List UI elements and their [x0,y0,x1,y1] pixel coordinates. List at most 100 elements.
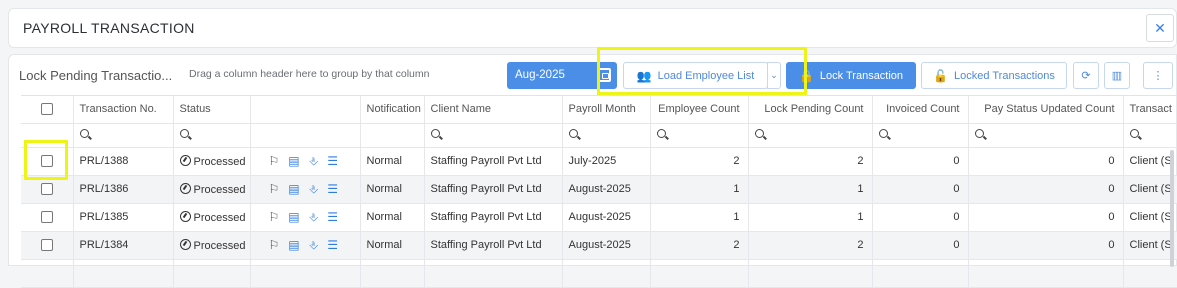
cell-empty [250,259,361,288]
details-icon[interactable]: ☰ [327,239,338,251]
table-row[interactable]: PRL/1388 Processed ⚐ ▤ ⎀ ☰ Normal Staffing … [21,147,1177,176]
attachment-icon[interactable]: ⎀ [309,239,319,251]
search-icon [974,129,984,138]
cell-transaction-type: Client (S [1123,231,1177,260]
cell-client-name: Staffing Payroll Pvt Ltd [424,175,563,204]
column-header-invoiced-count[interactable]: Invoiced Count [872,96,969,124]
cell-empty [73,259,174,288]
invoice-icon[interactable]: ▤ [288,183,299,195]
transactions-grid: Transaction No. Status Notification Clie… [21,95,1177,288]
flag-icon[interactable]: ⚐ [269,239,280,251]
row-select-cell[interactable] [21,259,74,288]
attachment-icon[interactable]: ⎀ [309,155,319,167]
filter-employee-count[interactable] [650,123,749,148]
column-header-employee-count[interactable]: Employee Count [650,96,749,124]
select-all-cell[interactable] [21,96,74,124]
cell-transaction-type: Client (S [1123,203,1177,232]
month-value: Aug-2025 [515,69,565,81]
row-select-cell[interactable] [21,147,74,176]
column-header-status[interactable]: Status [173,96,251,124]
column-header-client-name[interactable]: Client Name [424,96,563,124]
lock-icon: 🔒 [798,68,814,83]
row-select-cell[interactable] [21,231,74,260]
cell-invoiced-count: 0 [872,175,969,204]
flag-icon[interactable]: ⚐ [269,211,280,223]
load-employee-dropdown-button[interactable]: ⌄ [767,62,781,89]
details-icon[interactable]: ☰ [327,211,338,223]
cell-payroll-month: August-2025 [562,203,651,232]
calendar-icon[interactable] [598,68,611,82]
table-row[interactable]: PRL/1385 Processed ⚐ ▤ ⎀ ☰ Normal Staffing … [21,203,1177,232]
select-all-checkbox[interactable] [40,103,53,116]
filter-cell [21,123,74,148]
filter-cell [360,123,425,148]
filter-payroll-month[interactable] [562,123,651,148]
column-header-lock-pending-count[interactable]: Lock Pending Count [748,96,873,124]
close-button[interactable]: ✕ [1146,14,1174,42]
cell-invoiced-count: 0 [872,147,969,176]
cell-empty [1123,259,1177,288]
column-header-transaction-no[interactable]: Transaction No. [73,96,174,124]
details-icon[interactable]: ☰ [327,183,338,195]
details-icon[interactable]: ☰ [327,155,338,167]
table-row[interactable]: PRL/1386 Processed ⚐ ▤ ⎀ ☰ Normal Staffing … [21,175,1177,204]
cell-pay-status-updated-count: 0 [968,203,1124,232]
cell-transaction-no: PRL/1388 [73,147,174,176]
processed-icon [179,154,191,166]
cell-actions: ⚐ ▤ ⎀ ☰ [250,147,361,176]
cell-status: Processed [173,147,251,176]
column-chooser-button[interactable]: ▥ [1104,62,1130,89]
flag-icon[interactable]: ⚐ [269,155,280,167]
more-options-button[interactable]: ⋮ [1143,62,1173,89]
filter-status[interactable] [173,123,251,148]
cell-employee-count: 1 [650,203,749,232]
column-header-pay-status-updated-count[interactable]: Pay Status Updated Count [968,96,1124,124]
close-icon: ✕ [1154,19,1166,36]
lock-transaction-button[interactable]: 🔒 Lock Transaction [786,62,916,89]
month-picker[interactable]: Aug-2025 [507,62,617,89]
column-header-transaction-type[interactable]: Transact [1123,96,1177,124]
row-checkbox[interactable] [40,183,53,196]
unlock-icon: 🔓 [933,68,949,83]
filter-client-name[interactable] [424,123,563,148]
column-header-notification[interactable]: Notification [360,96,425,124]
invoice-icon[interactable]: ▤ [288,239,299,251]
refresh-button[interactable]: ⟳ [1073,62,1099,89]
search-icon [754,129,764,138]
load-employee-list-button[interactable]: 👥 Load Employee List [623,62,768,89]
filter-transaction-type[interactable] [1123,123,1177,148]
row-checkbox[interactable] [40,155,53,168]
filter-pay-status-updated-count[interactable] [968,123,1124,148]
row-checkbox[interactable] [40,239,53,252]
cell-empty [968,259,1124,288]
filter-invoiced-count[interactable] [872,123,969,148]
cell-actions: ⚐ ▤ ⎀ ☰ [250,231,361,260]
flag-icon[interactable]: ⚐ [269,183,280,195]
attachment-icon[interactable]: ⎀ [309,211,319,223]
row-select-cell[interactable] [21,175,74,204]
grid-title: Lock Pending Transactio... [19,68,173,83]
filter-lock-pending-count[interactable] [748,123,873,148]
cell-transaction-no: PRL/1384 [73,231,174,260]
cell-status: Processed [173,175,251,204]
vertical-scrollbar[interactable] [1170,150,1174,267]
attachment-icon[interactable]: ⎀ [309,183,319,195]
status-text: Processed [193,183,246,196]
locked-transactions-button[interactable]: 🔓 Locked Transactions [921,62,1067,89]
cell-payroll-month: July-2025 [562,147,651,176]
column-header-payroll-month[interactable]: Payroll Month [562,96,651,124]
invoice-icon[interactable]: ▤ [288,155,299,167]
table-row[interactable]: PRL/1384 Processed ⚐ ▤ ⎀ ☰ Normal Staffing … [21,231,1177,260]
cell-employee-count: 2 [650,147,749,176]
table-row[interactable] [21,259,1177,288]
filter-transaction-no[interactable] [73,123,174,148]
cell-invoiced-count: 0 [872,203,969,232]
group-panel-hint[interactable]: Drag a column header here to group by th… [189,68,429,80]
kebab-menu-icon: ⋮ [1152,70,1164,82]
row-select-cell[interactable] [21,203,74,232]
processed-icon [179,238,191,250]
filter-cell [250,123,361,148]
row-checkbox[interactable] [40,211,53,224]
invoice-icon[interactable]: ▤ [288,211,299,223]
cell-pay-status-updated-count: 0 [968,175,1124,204]
